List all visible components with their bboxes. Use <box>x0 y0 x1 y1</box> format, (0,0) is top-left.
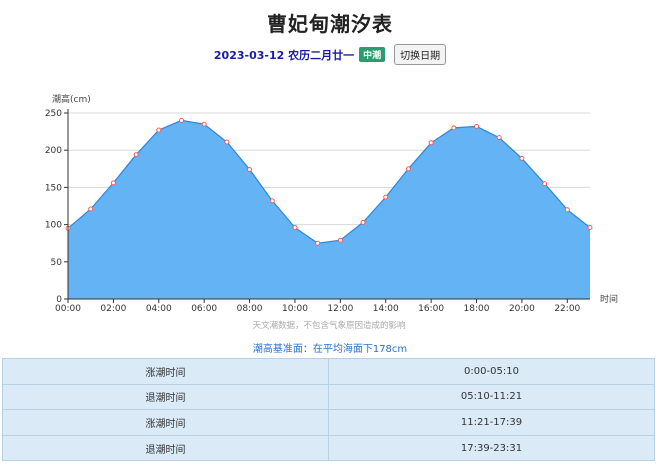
tide-phase-time: 17:39-23:31 <box>328 434 655 462</box>
x-tick-label: 18:00 <box>464 304 490 314</box>
tide-phase-label: 涨潮时间 <box>2 358 329 385</box>
x-tick-label: 00:00 <box>55 304 81 314</box>
data-point <box>88 206 94 212</box>
data-point <box>133 152 139 158</box>
y-tick-label: 250 <box>45 109 62 119</box>
x-tick-label: 12:00 <box>327 304 353 314</box>
data-point <box>315 240 321 246</box>
table-row: 涨潮时间 11:21-17:39 <box>2 409 655 436</box>
x-tick-label: 22:00 <box>554 304 580 314</box>
x-axis-label: 时间 <box>600 293 618 305</box>
data-point <box>292 225 298 231</box>
x-tick-label: 20:00 <box>509 304 535 314</box>
tide-area <box>68 120 590 300</box>
data-point <box>110 180 116 186</box>
data-point <box>587 225 593 231</box>
y-tick-label: 100 <box>45 221 62 231</box>
x-tick-label: 10:00 <box>282 304 308 314</box>
data-point <box>474 123 479 129</box>
y-tick-label: 200 <box>45 146 62 156</box>
tide-phase-time: 05:10-11:21 <box>328 383 655 411</box>
chart-note: 天文潮数据，不包含气象原因造成的影响 <box>252 320 405 331</box>
y-axis-label: 潮高(cm) <box>52 93 91 105</box>
tide-phase-label: 退潮时间 <box>2 383 329 411</box>
data-point <box>564 207 570 213</box>
tide-phase-time: 0:00-05:10 <box>328 358 655 385</box>
data-point <box>451 125 457 131</box>
data-point <box>496 135 502 141</box>
data-point <box>542 181 548 187</box>
tide-chart: 05010015020025000:00 02:00 04:00 06:00 08:00… <box>45 93 618 331</box>
y-tick-label: 50 <box>51 258 63 268</box>
tide-phase-label: 涨潮时间 <box>2 409 329 436</box>
x-tick-label: 08:00 <box>237 304 263 314</box>
data-point <box>360 219 366 225</box>
x-tick-label: 04:00 <box>146 304 172 314</box>
tide-phase-label: 退潮时间 <box>2 434 329 462</box>
data-point <box>247 167 253 172</box>
data-point <box>337 237 343 243</box>
tide-table: 涨潮时间 0:00-05:10 退潮时间 05:10-11:21 涨潮时间 11:21-1… <box>2 358 655 462</box>
data-point <box>383 194 389 200</box>
x-tick-label: 16:00 <box>418 304 444 314</box>
data-point <box>269 198 275 204</box>
x-tick-label: 02:00 <box>100 304 126 314</box>
table-row: 退潮时间 05:10-11:21 <box>2 383 655 411</box>
x-tick-label: 14:00 <box>373 304 399 314</box>
data-point <box>405 166 411 172</box>
tide-phase-time: 11:21-17:39 <box>328 409 655 436</box>
data-point <box>428 140 434 146</box>
baseline-note: 潮高基准面：在平均海面下178cm <box>252 344 408 355</box>
data-point <box>156 127 162 133</box>
data-point <box>224 139 230 145</box>
data-point <box>201 121 207 127</box>
x-tick-label: 06:00 <box>191 304 217 314</box>
table-row: 涨潮时间 0:00-05:10 <box>2 358 655 385</box>
data-point <box>519 155 525 161</box>
y-tick-label: 150 <box>45 183 62 193</box>
table-row: 退潮时间 17:39-23:31 <box>2 434 655 462</box>
data-point <box>179 117 184 123</box>
